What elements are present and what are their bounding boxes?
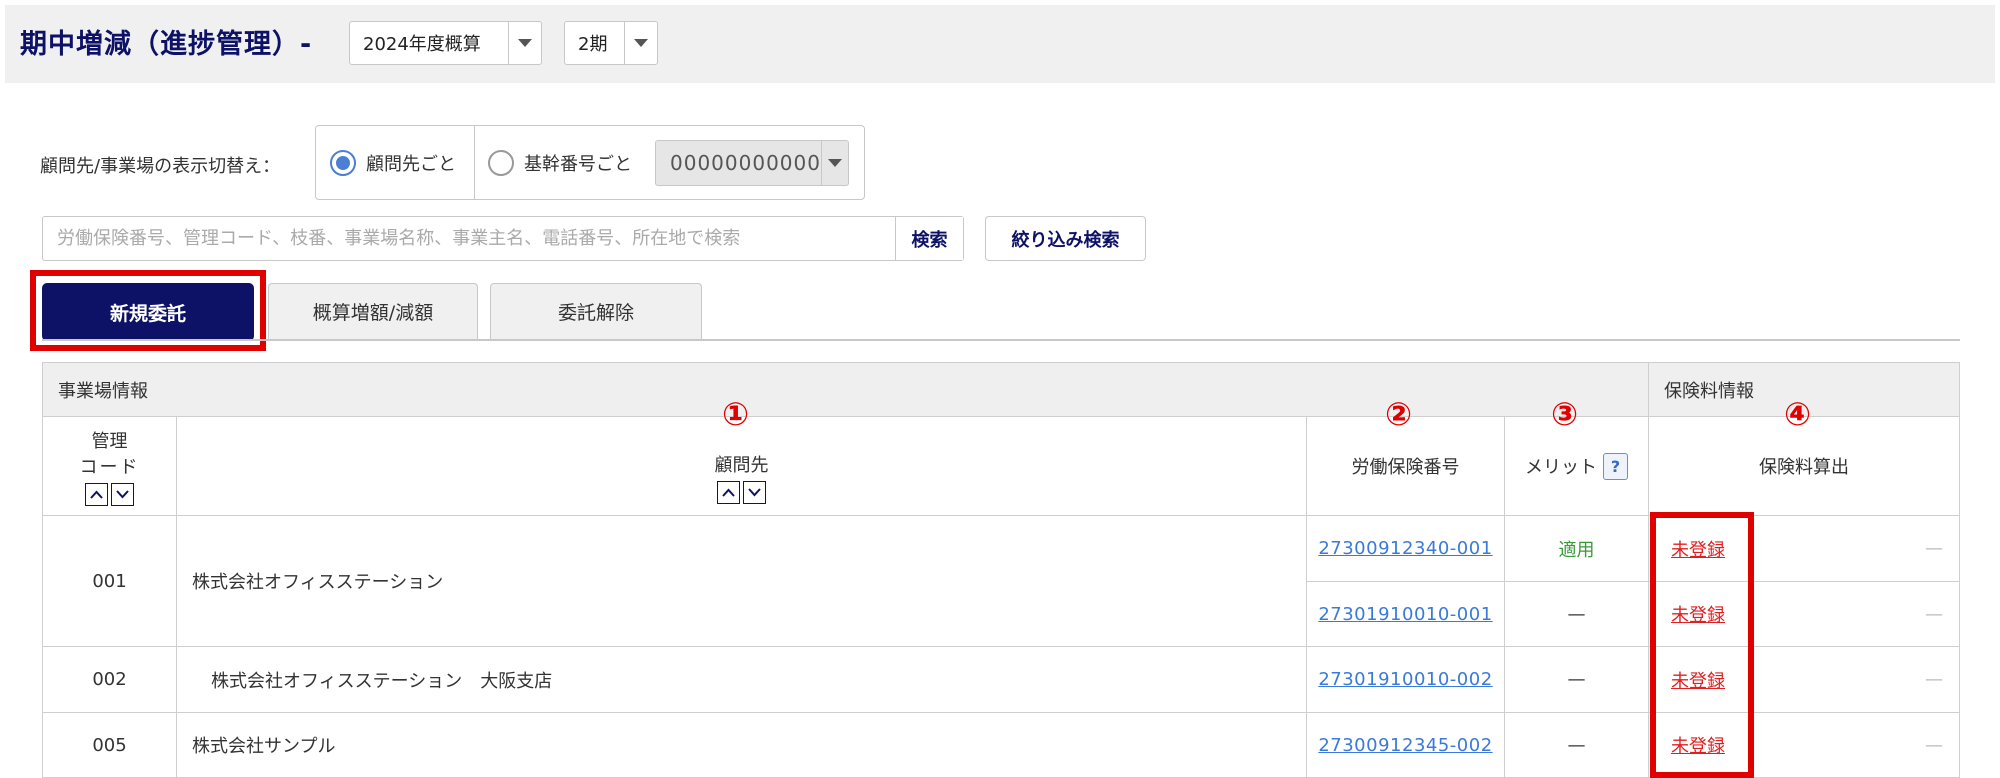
- col-header-code: 管理 コード: [42, 417, 177, 516]
- filter-search-button[interactable]: 絞り込み検索: [985, 216, 1146, 261]
- radio-client[interactable]: 顧問先ごと: [330, 126, 456, 199]
- code-sort-buttons: [85, 482, 134, 506]
- chevron-down-icon: [624, 22, 657, 64]
- col-header-code-line2: コード: [79, 456, 140, 478]
- insurance-no-link[interactable]: 27300912345-002: [1318, 735, 1492, 756]
- insurance-no-cell: 27301910010-002: [1307, 647, 1505, 713]
- col-header-calc-label: 保険料算出: [1759, 457, 1849, 478]
- sort-desc-icon[interactable]: [111, 482, 134, 506]
- radio-base-number[interactable]: 基幹番号ごと: [488, 126, 632, 199]
- sort-desc-icon[interactable]: [743, 480, 766, 504]
- tab-gaisan-change[interactable]: 概算増額/減額: [268, 283, 478, 339]
- radio-divider: [474, 126, 475, 199]
- period-value: 2期: [578, 34, 608, 55]
- sort-asc-icon[interactable]: [717, 480, 740, 504]
- search-button[interactable]: 検索: [895, 217, 963, 260]
- row-code: 002: [42, 647, 177, 713]
- tab-contract-cancel[interactable]: 委託解除: [490, 283, 702, 339]
- display-switch-label: 顧問先/事業場の表示切替え：: [40, 156, 281, 177]
- insurance-no-cell: 27300912340-001: [1307, 516, 1505, 582]
- col-header-merit-label: メリット: [1525, 457, 1597, 478]
- annotation-mark-1: ①: [722, 395, 750, 433]
- insurance-no-link[interactable]: 27301910010-001: [1318, 604, 1492, 625]
- calc-extra: —: [1925, 538, 1943, 559]
- col-header-code-line1: 管理: [91, 430, 128, 452]
- radio-base-number-label: 基幹番号ごと: [524, 153, 632, 175]
- search-input[interactable]: [43, 217, 895, 260]
- sort-asc-icon[interactable]: [85, 482, 108, 506]
- insurance-no-link[interactable]: 27301910010-002: [1318, 669, 1492, 690]
- chevron-down-icon: [508, 22, 541, 64]
- annotation-mark-4: ④: [1784, 395, 1812, 433]
- help-icon[interactable]: ?: [1603, 452, 1628, 480]
- merit-cell: —: [1505, 582, 1649, 647]
- chevron-down-icon: [820, 141, 848, 185]
- tab-divider: [42, 339, 1960, 341]
- client-sort-buttons: [717, 480, 766, 504]
- insurance-no-link[interactable]: 27300912340-001: [1318, 538, 1492, 559]
- base-number-select[interactable]: 00000000000: [655, 140, 849, 186]
- tab-new-contract[interactable]: 新規委託: [42, 283, 254, 341]
- fiscal-year-select[interactable]: 2024年度概算: [349, 21, 542, 65]
- col-header-client-label: 顧問先: [714, 454, 769, 476]
- col-header-insurance-no-label: 労働保険番号: [1351, 457, 1460, 478]
- row-client: 株式会社オフィスステーション: [177, 516, 1307, 647]
- page-title: 期中増減（進捗管理）-: [20, 29, 313, 60]
- annotation-mark-2: ②: [1385, 395, 1413, 433]
- calc-highlight-frame: [1650, 512, 1754, 778]
- row-client: 株式会社オフィスステーション 大阪支店: [177, 647, 1307, 713]
- insurance-no-cell: 27301910010-001: [1307, 582, 1505, 647]
- row-client: 株式会社サンプル: [177, 713, 1307, 778]
- insurance-no-cell: 27300912345-002: [1307, 713, 1505, 778]
- merit-cell: 適用: [1505, 516, 1649, 582]
- merit-cell: —: [1505, 713, 1649, 778]
- row-code: 001: [42, 516, 177, 647]
- radio-unselected-icon: [488, 149, 514, 176]
- calc-extra: —: [1925, 603, 1943, 625]
- calc-extra: —: [1925, 669, 1943, 690]
- radio-client-label: 顧問先ごと: [366, 153, 456, 175]
- base-number-value: 00000000000: [670, 151, 821, 175]
- radio-selected-icon: [330, 149, 356, 176]
- fiscal-year-value: 2024年度概算: [363, 34, 481, 55]
- calc-extra: —: [1925, 734, 1943, 756]
- merit-cell: —: [1505, 647, 1649, 713]
- group-header-insurance-label: 保険料情報: [1664, 380, 1754, 402]
- search-box: 検索: [42, 216, 964, 261]
- row-code: 005: [42, 713, 177, 778]
- annotation-mark-3: ③: [1551, 395, 1579, 433]
- group-header-office-label: 事業場情報: [58, 380, 148, 402]
- period-select[interactable]: 2期: [564, 21, 658, 65]
